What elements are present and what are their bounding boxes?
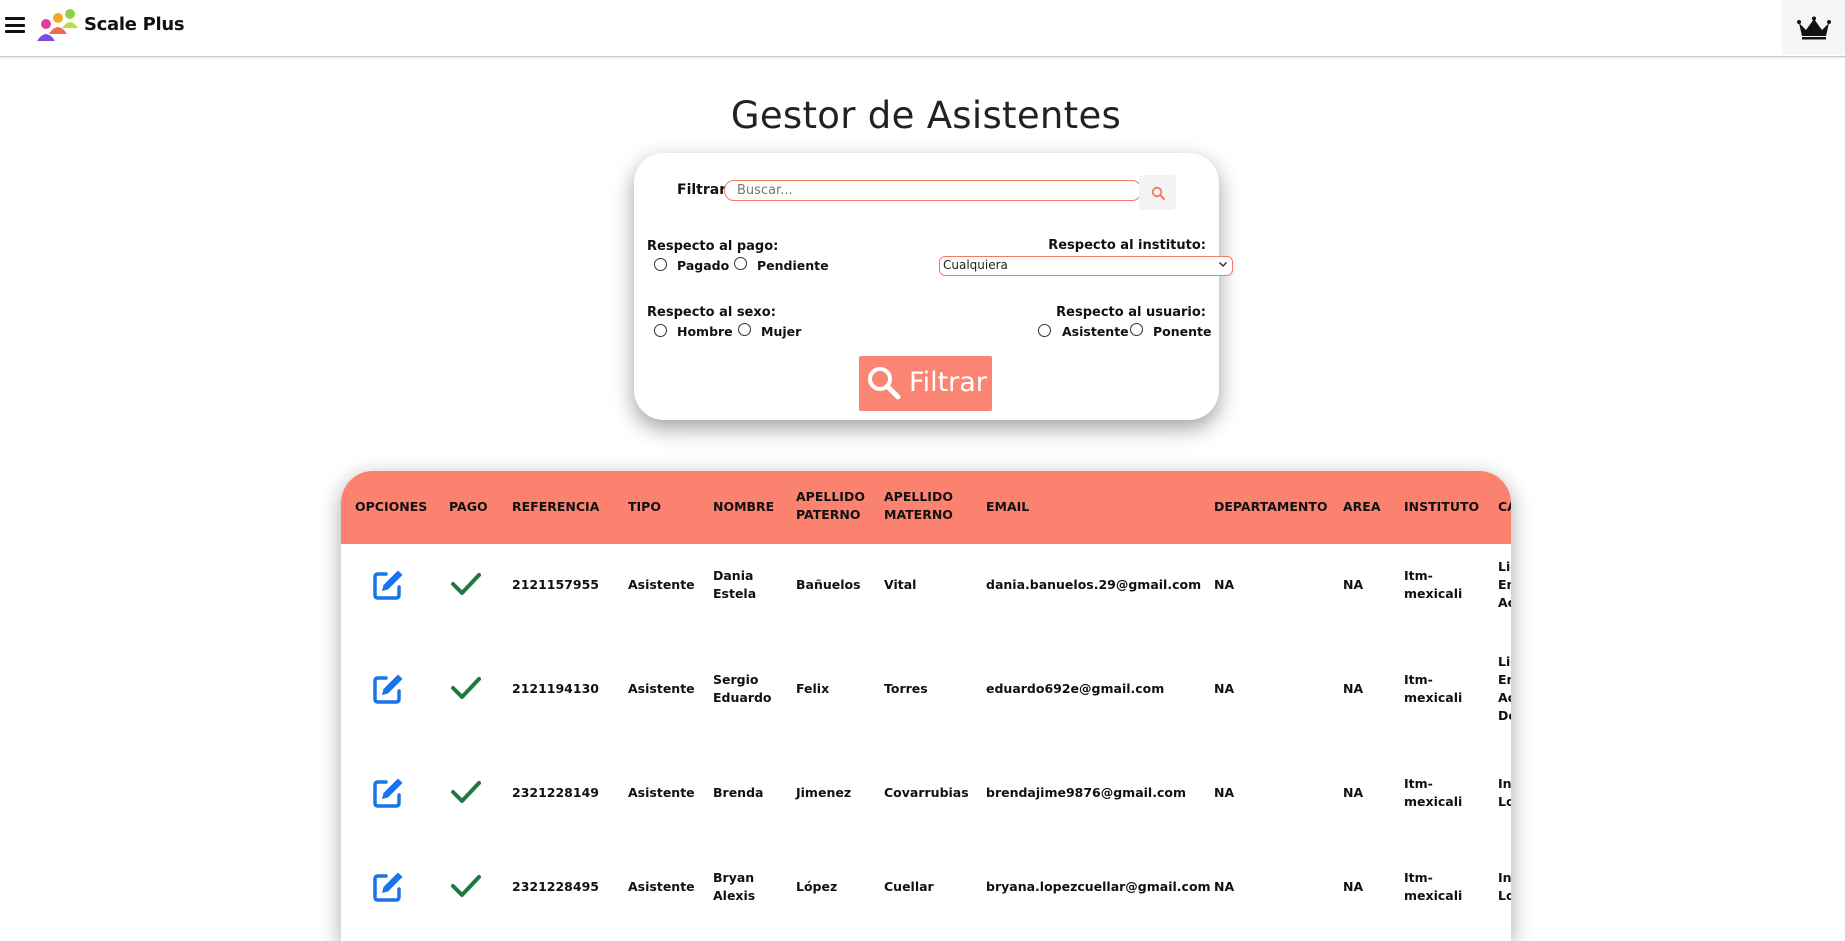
scale-plus-logo[interactable]	[36, 8, 80, 42]
cell-area: NA	[1343, 879, 1364, 894]
cell-nombre: Bryan Alexis	[713, 870, 756, 903]
crown-icon	[1796, 16, 1831, 39]
radio-pagado-label: Pagado	[677, 258, 730, 273]
check-icon	[451, 781, 481, 803]
cell-area: NA	[1343, 681, 1364, 696]
col-header-apellido-materno: APELLIDO MATERNO	[884, 489, 953, 522]
cell-ca: LicEnAc	[1498, 559, 1511, 610]
cell-email: dania.banuelos.29@gmail.com	[986, 577, 1202, 592]
radio-ponente[interactable]	[1130, 323, 1143, 336]
cell-apellido-paterno: Bañuelos	[796, 577, 861, 592]
col-header-referencia: REFERENCIA	[512, 499, 600, 514]
col-header-instituto: INSTITUTO	[1404, 499, 1480, 514]
cell-tipo: Asistente	[628, 785, 695, 800]
cell-apellido-materno: Torres	[884, 681, 928, 696]
cell-apellido-paterno: Jimenez	[796, 785, 852, 800]
radio-mujer-label: Mujer	[761, 324, 802, 339]
hamburger-icon[interactable]	[5, 17, 25, 33]
page-title: Gestor de Asistentes	[730, 94, 1122, 137]
cell-nombre: Sergio Eduardo	[713, 672, 772, 705]
radio-pendiente[interactable]	[734, 257, 747, 270]
edit-icon[interactable]	[371, 672, 405, 706]
cell-referencia: 2321228149	[512, 785, 599, 800]
edit-icon[interactable]	[371, 568, 405, 602]
cell-tipo: Asistente	[628, 879, 695, 894]
institute-select[interactable]: Cualquiera	[939, 256, 1233, 276]
chevron-down-icon	[1219, 262, 1227, 267]
cell-apellido-materno: Covarrubias	[884, 785, 969, 800]
radio-pagado[interactable]	[654, 258, 667, 271]
cell-ca: In Lo	[1498, 870, 1511, 903]
cell-referencia: 2121157955	[512, 577, 599, 592]
sex-filter-label: Respecto al sexo:	[647, 305, 776, 320]
cell-apellido-materno: Vital	[884, 577, 917, 592]
cell-nombre: Brenda	[713, 785, 764, 800]
cell-nombre: Dania Estela	[713, 568, 757, 601]
col-header-tipo: TIPO	[628, 499, 661, 514]
radio-hombre-label: Hombre	[677, 324, 733, 339]
cell-ca: LicEnAcDe	[1498, 654, 1511, 723]
radio-asistente-label: Asistente	[1062, 324, 1129, 339]
filter-submit-button[interactable]: Filtrar	[859, 356, 992, 411]
cell-departamento: NA	[1214, 681, 1235, 696]
check-icon	[451, 677, 481, 699]
institute-select-value: Cualquiera	[943, 258, 1008, 272]
cell-departamento: NA	[1214, 577, 1235, 592]
cell-referencia: 2121194130	[512, 681, 599, 696]
cell-instituto: Itm-mexicali	[1404, 776, 1463, 809]
cell-departamento: NA	[1214, 879, 1235, 894]
col-header-email: EMAIL	[986, 499, 1030, 514]
cell-email: bryana.lopezcuellar@gmail.com	[986, 879, 1211, 894]
col-header-apellido-paterno: APELLIDO PATERNO	[796, 489, 865, 522]
edit-icon[interactable]	[371, 870, 405, 904]
radio-mujer[interactable]	[738, 323, 751, 336]
cell-departamento: NA	[1214, 785, 1235, 800]
cell-apellido-paterno: Felix	[796, 681, 830, 696]
brand-name: Scale Plus	[84, 14, 185, 35]
cell-email: eduardo692e@gmail.com	[986, 681, 1165, 696]
filter-submit-label: Filtrar	[909, 367, 987, 398]
search-icon	[868, 367, 901, 400]
col-header-ca: CA	[1498, 499, 1511, 514]
check-icon	[451, 875, 481, 897]
cell-instituto: Itm-mexicali	[1404, 672, 1463, 705]
cell-area: NA	[1343, 785, 1364, 800]
cell-instituto: Itm-mexicali	[1404, 568, 1463, 601]
payment-filter-label: Respecto al pago:	[647, 239, 779, 254]
institute-filter-label: Respecto al instituto:	[1048, 238, 1206, 253]
cell-referencia: 2321228495	[512, 879, 599, 894]
col-header-nombre: NOMBRE	[713, 499, 775, 514]
top-navbar: Scale Plus	[0, 0, 1845, 57]
user-filter-label: Respecto al usuario:	[1056, 305, 1206, 320]
radio-pendiente-label: Pendiente	[757, 258, 829, 273]
col-header-opciones: OPCIONES	[355, 499, 428, 514]
search-icon	[1151, 186, 1165, 200]
filter-panel: Filtrar Respecto al pago: Pagado Pendien…	[634, 153, 1233, 420]
filter-label: Filtrar	[677, 182, 727, 198]
radio-ponente-label: Ponente	[1153, 324, 1212, 339]
cell-tipo: Asistente	[628, 681, 695, 696]
search-input[interactable]	[724, 180, 1142, 201]
table-header: OPCIONES PAGO REFERENCIA TIPO NOMBRE APELLIDO…	[341, 471, 1511, 544]
cell-area: NA	[1343, 577, 1364, 592]
cell-ca: In Lo	[1498, 776, 1511, 809]
col-header-departamento: DEPARTAMENTO	[1214, 499, 1328, 514]
cell-email: brendajime9876@gmail.com	[986, 785, 1186, 800]
cell-apellido-materno: Cuellar	[884, 879, 934, 894]
cell-instituto: Itm-mexicali	[1404, 870, 1463, 903]
cell-apellido-paterno: López	[796, 879, 838, 894]
search-button[interactable]	[1139, 175, 1176, 210]
attendees-table: OPCIONES PAGO REFERENCIA TIPO NOMBRE APELLIDO…	[341, 471, 1511, 941]
radio-asistente[interactable]	[1038, 324, 1051, 337]
cell-tipo: Asistente	[628, 577, 695, 592]
radio-hombre[interactable]	[654, 324, 667, 337]
col-header-pago: PAGO	[449, 499, 488, 514]
edit-icon[interactable]	[371, 776, 405, 810]
admin-crown-button[interactable]	[1782, 0, 1845, 55]
col-header-area: AREA	[1343, 499, 1381, 514]
check-icon	[451, 573, 481, 595]
